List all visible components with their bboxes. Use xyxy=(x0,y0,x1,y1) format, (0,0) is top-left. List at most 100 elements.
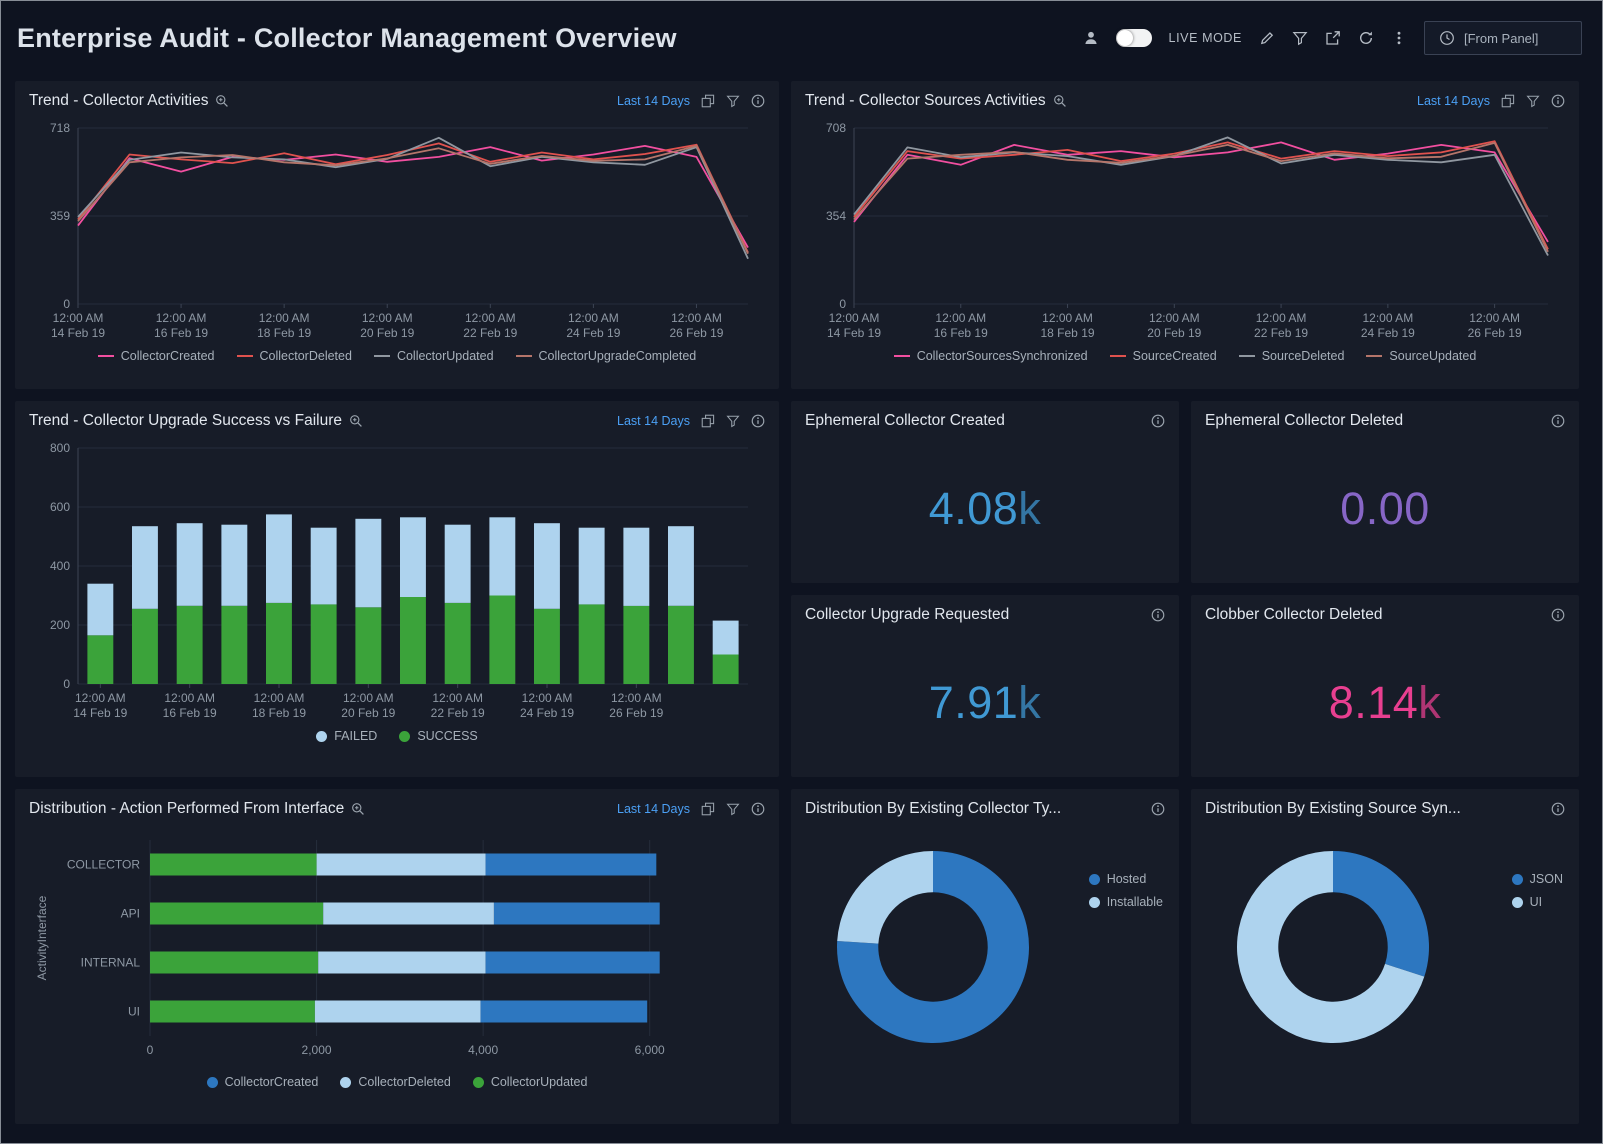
time-range-link[interactable]: Last 14 Days xyxy=(1417,94,1490,108)
filter-icon[interactable] xyxy=(726,94,740,108)
info-icon[interactable] xyxy=(1151,608,1165,622)
info-icon[interactable] xyxy=(1551,802,1565,816)
share-icon[interactable] xyxy=(1325,30,1341,46)
panel-collector-type-distribution: Distribution By Existing Collector Ty...… xyxy=(791,789,1179,1124)
edit-icon[interactable] xyxy=(1259,30,1275,46)
panel-title: Distribution - Action Performed From Int… xyxy=(29,800,365,818)
legend-item[interactable]: SourceUpdated xyxy=(1366,349,1476,363)
svg-text:12:00 AM24 Feb 19: 12:00 AM24 Feb 19 xyxy=(520,691,574,720)
toggle-knob xyxy=(1117,30,1133,46)
collector-activities-line-chart[interactable]: 035971812:00 AM14 Feb 1912:00 AM16 Feb 1… xyxy=(30,116,764,348)
stat-number: 7.91 xyxy=(929,677,1019,728)
panel-title: Distribution By Existing Source Syn... xyxy=(1205,800,1461,818)
legend-marker xyxy=(1366,355,1382,357)
header-controls: LIVE MODE [From Panel] xyxy=(1083,21,1582,55)
panel-controls xyxy=(1151,414,1165,428)
stat-value: 0.00 xyxy=(1340,483,1430,535)
panel-ephemeral-collector-deleted: Ephemeral Collector Deleted 0.00 xyxy=(1191,401,1579,583)
refresh-icon[interactable] xyxy=(1358,30,1374,46)
legend-item[interactable]: CollectorSourcesSynchronized xyxy=(894,349,1088,363)
panel-title-text: Distribution - Action Performed From Int… xyxy=(29,800,344,818)
legend-item[interactable]: FAILED xyxy=(316,729,377,743)
time-range-link[interactable]: Last 14 Days xyxy=(617,94,690,108)
stat-body: 7.91k xyxy=(791,628,1179,777)
chart-legend: JSON UI xyxy=(1512,872,1563,909)
legend-label: SourceDeleted xyxy=(1262,349,1345,363)
kebab-menu-icon[interactable] xyxy=(1391,30,1407,46)
clock-icon xyxy=(1439,30,1455,46)
copy-icon[interactable] xyxy=(701,802,715,816)
legend-item[interactable]: JSON xyxy=(1512,872,1563,886)
collector-sources-line-chart[interactable]: 035470812:00 AM14 Feb 1912:00 AM16 Feb 1… xyxy=(806,116,1564,348)
user-icon[interactable] xyxy=(1083,30,1099,46)
copy-icon[interactable] xyxy=(701,94,715,108)
chart-legend: CollectorSourcesSynchronized SourceCreate… xyxy=(791,349,1579,363)
filter-icon[interactable] xyxy=(1292,30,1308,46)
svg-text:708: 708 xyxy=(826,121,846,135)
legend-label: CollectorSourcesSynchronized xyxy=(917,349,1088,363)
zoom-icon[interactable] xyxy=(1053,94,1067,108)
panel-title: Trend - Collector Activities xyxy=(29,92,229,110)
legend-label: CollectorUpdated xyxy=(491,1075,588,1089)
legend-item[interactable]: CollectorCreated xyxy=(207,1075,319,1089)
panel-controls: Last 14 Days xyxy=(617,414,765,428)
stat-suffix: k xyxy=(1018,677,1041,728)
legend-marker xyxy=(1512,897,1523,908)
svg-text:0: 0 xyxy=(63,297,70,311)
svg-text:12:00 AM22 Feb 19: 12:00 AM22 Feb 19 xyxy=(1254,311,1308,340)
panel-title: Ephemeral Collector Deleted xyxy=(1205,412,1403,430)
legend-item[interactable]: CollectorUpdated xyxy=(473,1075,588,1089)
info-icon[interactable] xyxy=(1551,608,1565,622)
filter-icon[interactable] xyxy=(1526,94,1540,108)
svg-text:UI: UI xyxy=(128,1005,140,1019)
legend-label: JSON xyxy=(1530,872,1563,886)
info-icon[interactable] xyxy=(751,94,765,108)
collector-type-donut-chart[interactable] xyxy=(833,847,1033,1047)
legend-item[interactable]: CollectorUpdated xyxy=(374,349,494,363)
svg-text:600: 600 xyxy=(50,500,70,514)
panel-title-text: Ephemeral Collector Deleted xyxy=(1205,412,1403,430)
svg-text:2,000: 2,000 xyxy=(302,1043,332,1057)
legend-item[interactable]: Hosted xyxy=(1089,872,1163,886)
legend-item[interactable]: UI xyxy=(1512,895,1563,909)
time-range-selector[interactable]: [From Panel] xyxy=(1424,21,1582,55)
info-icon[interactable] xyxy=(1151,414,1165,428)
legend-item[interactable]: SUCCESS xyxy=(399,729,477,743)
action-interface-hbar-chart[interactable]: 02,0004,0006,000COLLECTORAPIINTERNALUIAc… xyxy=(30,824,764,1074)
legend-item[interactable]: Installable xyxy=(1089,895,1163,909)
copy-icon[interactable] xyxy=(1501,94,1515,108)
svg-text:API: API xyxy=(121,907,140,921)
time-range-link[interactable]: Last 14 Days xyxy=(617,802,690,816)
filter-icon[interactable] xyxy=(726,802,740,816)
live-mode-toggle[interactable] xyxy=(1116,29,1152,47)
info-icon[interactable] xyxy=(751,802,765,816)
legend-marker xyxy=(98,355,114,357)
time-range-link[interactable]: Last 14 Days xyxy=(617,414,690,428)
svg-text:COLLECTOR: COLLECTOR xyxy=(67,858,140,872)
legend-item[interactable]: SourceCreated xyxy=(1110,349,1217,363)
legend-item[interactable]: CollectorCreated xyxy=(98,349,215,363)
source-syn-donut-chart[interactable] xyxy=(1233,847,1433,1047)
filter-icon[interactable] xyxy=(726,414,740,428)
legend-item[interactable]: CollectorUpgradeCompleted xyxy=(516,349,697,363)
svg-text:200: 200 xyxy=(50,618,70,632)
legend-label: CollectorCreated xyxy=(121,349,215,363)
upgrade-stacked-bar-chart[interactable]: 020040060080012:00 AM14 Feb 1912:00 AM16… xyxy=(30,436,764,728)
info-icon[interactable] xyxy=(1551,414,1565,428)
zoom-icon[interactable] xyxy=(349,414,363,428)
donut-body: Hosted Installable xyxy=(791,822,1179,1124)
info-icon[interactable] xyxy=(1551,94,1565,108)
zoom-icon[interactable] xyxy=(215,94,229,108)
legend-item[interactable]: SourceDeleted xyxy=(1239,349,1345,363)
zoom-icon[interactable] xyxy=(351,802,365,816)
time-range-selector-label: [From Panel] xyxy=(1464,31,1538,46)
copy-icon[interactable] xyxy=(701,414,715,428)
panel-clobber-collector-deleted: Clobber Collector Deleted 8.14k xyxy=(1191,595,1579,777)
panel-title-text: Trend - Collector Upgrade Success vs Fai… xyxy=(29,412,342,430)
page-title: Enterprise Audit - Collector Management … xyxy=(17,23,677,54)
legend-item[interactable]: CollectorDeleted xyxy=(237,349,352,363)
info-icon[interactable] xyxy=(751,414,765,428)
legend-item[interactable]: CollectorDeleted xyxy=(340,1075,450,1089)
donut-body: JSON UI xyxy=(1191,822,1579,1124)
info-icon[interactable] xyxy=(1151,802,1165,816)
